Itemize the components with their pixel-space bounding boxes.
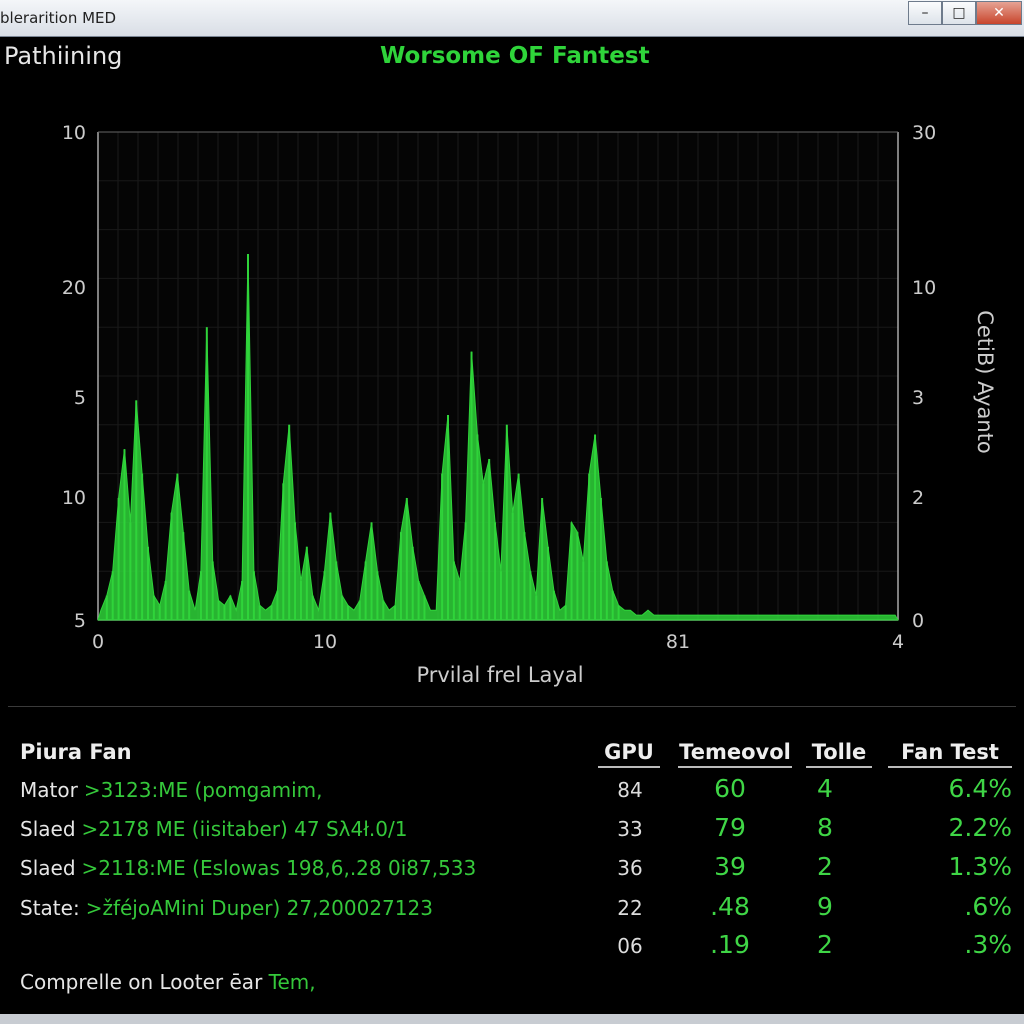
footer-accent: Tem, bbox=[268, 970, 316, 994]
app-label: Pathiining bbox=[4, 42, 123, 70]
header-gpu: GPU bbox=[598, 740, 660, 768]
footer-label: Comprelle on Looter ēar bbox=[20, 970, 263, 994]
row-label: Mator >3123:ME (pomgamim, bbox=[20, 778, 323, 802]
cell-gpu: 36 bbox=[617, 856, 643, 880]
row-name: Slaed bbox=[20, 817, 76, 841]
header-tolle: Tolle bbox=[806, 740, 872, 768]
row-desc: >3123:ME (pomgamim, bbox=[83, 778, 323, 802]
y-tick-left: 5 bbox=[74, 387, 86, 409]
app-window: blerarition MED – □ ✕ Pathiining Worsome… bbox=[0, 0, 1024, 1024]
cell-gpu: 06 bbox=[617, 934, 643, 958]
cell-tolle: 2 bbox=[817, 852, 833, 881]
window-title: blerarition MED bbox=[0, 9, 117, 27]
row-desc: >žféjoAMini Duper) 27,200027123 bbox=[85, 896, 433, 920]
cell-fan: 1.3% bbox=[948, 852, 1012, 881]
cell-temp: 79 bbox=[714, 813, 746, 842]
y-tick-left: 10 bbox=[62, 122, 86, 144]
row-label: Slaed >2178 ME (iisitaber) 47 Sλ4ł.0/1 bbox=[20, 817, 407, 841]
y-tick-left: 5 bbox=[74, 610, 86, 632]
cell-fan: 6.4% bbox=[948, 774, 1012, 803]
minimize-button[interactable]: – bbox=[908, 1, 942, 25]
cell-gpu: 33 bbox=[617, 817, 643, 841]
x-tick: 10 bbox=[313, 631, 337, 653]
section-label: Piura Fan bbox=[20, 740, 132, 764]
window-controls: – □ ✕ bbox=[908, 1, 1022, 25]
y-axis-label-right: CetiB) Ayanto bbox=[973, 310, 997, 454]
y-tick-right: 30 bbox=[912, 122, 936, 144]
cell-tolle: 4 bbox=[817, 774, 833, 803]
maximize-button[interactable]: □ bbox=[942, 1, 976, 25]
header-fan-test: Fan Test bbox=[888, 740, 1012, 768]
cell-tolle: 8 bbox=[817, 813, 833, 842]
row-name: State: bbox=[20, 896, 80, 920]
chart-title: Worsome OF Fantest bbox=[380, 43, 650, 69]
window-bottom-edge bbox=[0, 1014, 1024, 1024]
y-tick-left: 10 bbox=[62, 487, 86, 509]
cell-temp: 39 bbox=[714, 852, 746, 881]
close-button[interactable]: ✕ bbox=[976, 1, 1022, 25]
cell-fan: 2.2% bbox=[948, 813, 1012, 842]
y-tick-left: 20 bbox=[62, 277, 86, 299]
header-temp: Temeovol bbox=[678, 740, 792, 768]
cell-gpu: 84 bbox=[617, 778, 643, 802]
x-tick: 81 bbox=[666, 631, 690, 653]
y-tick-right: 3 bbox=[912, 387, 924, 409]
cell-temp: .48 bbox=[710, 892, 750, 921]
row-label: State: >žféjoAMini Duper) 27,200027123 bbox=[20, 896, 433, 920]
chart: 1020510530103200 10 81 4Prvilal frel LayalC… bbox=[62, 122, 997, 687]
y-tick-right: 0 bbox=[912, 610, 924, 632]
row-label: Slaed >2118:ME (Eslowas 198,6,.28 0i87,53… bbox=[20, 856, 476, 880]
cell-fan: .3% bbox=[964, 930, 1012, 959]
row-name: Mator bbox=[20, 778, 78, 802]
cell-temp: 60 bbox=[714, 774, 746, 803]
cell-tolle: 9 bbox=[817, 892, 833, 921]
cell-gpu: 22 bbox=[617, 896, 643, 920]
title-bar[interactable]: blerarition MED – □ ✕ bbox=[0, 0, 1024, 37]
cell-temp: .19 bbox=[710, 930, 750, 959]
y-tick-right: 10 bbox=[912, 277, 936, 299]
x-tick: 0 bbox=[92, 631, 104, 653]
y-tick-right: 2 bbox=[912, 487, 924, 509]
row-desc: >2118:ME (Eslowas 198,6,.28 0i87,533 bbox=[81, 856, 477, 880]
cell-tolle: 2 bbox=[817, 930, 833, 959]
x-tick: 4 bbox=[892, 631, 904, 653]
row-name: Slaed bbox=[20, 856, 76, 880]
footer-text: Comprelle on Looter ēar Tem, bbox=[20, 970, 316, 994]
row-desc: >2178 ME (iisitaber) 47 Sλ4ł.0/1 bbox=[81, 817, 408, 841]
x-axis-label: Prvilal frel Layal bbox=[416, 663, 583, 687]
divider bbox=[8, 706, 1016, 707]
cell-fan: .6% bbox=[964, 892, 1012, 921]
